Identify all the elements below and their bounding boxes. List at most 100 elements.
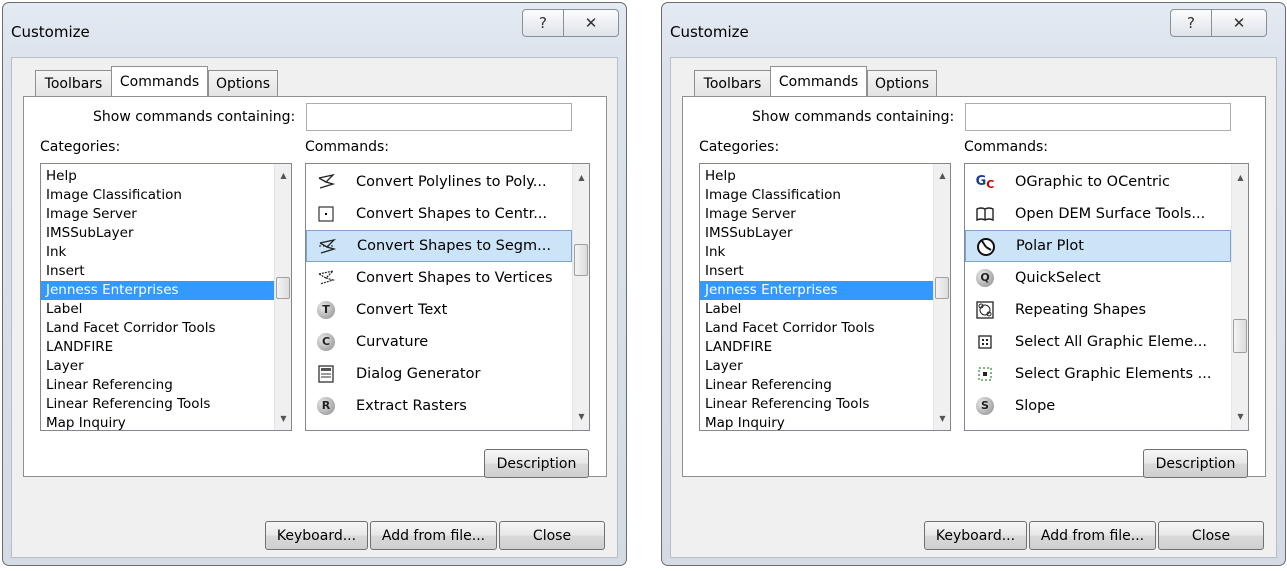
command-item[interactable]: Dialog Generator — [306, 358, 572, 390]
list-item-selected[interactable]: Jenness Enterprises — [41, 281, 274, 300]
list-item[interactable]: Insert — [41, 262, 291, 281]
description-button[interactable]: Description — [1143, 449, 1248, 478]
tab-toolbars[interactable]: Toolbars — [694, 70, 771, 96]
segments-icon — [317, 237, 337, 257]
help-icon: ? — [539, 14, 547, 32]
list-item[interactable]: Linear Referencing Tools — [700, 395, 950, 414]
command-item[interactable]: Select Graphic Elements ... — [965, 358, 1231, 390]
polar-plot-icon — [976, 237, 996, 257]
scroll-down-arrow-icon[interactable]: ▼ — [275, 410, 291, 427]
commands-list[interactable]: Convert Polylines to Poly... Convert Sha… — [305, 163, 590, 431]
tab-options[interactable]: Options — [208, 70, 278, 96]
list-item[interactable]: Layer — [700, 357, 950, 376]
close-window-button[interactable]: ✕ — [564, 9, 619, 37]
list-item[interactable]: Linear Referencing — [700, 376, 950, 395]
c-badge-icon: C — [317, 333, 335, 351]
list-item[interactable]: IMSSubLayer — [700, 224, 950, 243]
commands-scrollbar[interactable]: ▲ ▼ — [1231, 164, 1248, 430]
list-item[interactable]: Land Facet Corridor Tools — [41, 319, 291, 338]
list-item[interactable]: Insert — [700, 262, 950, 281]
add-from-file-button[interactable]: Add from file... — [370, 521, 497, 550]
list-item[interactable]: Label — [700, 300, 950, 319]
scroll-down-arrow-icon[interactable]: ▼ — [1232, 408, 1248, 425]
repeating-shapes-icon — [975, 300, 995, 320]
close-icon: ✕ — [1232, 14, 1246, 32]
tab-commands[interactable]: Commands — [111, 66, 208, 96]
command-item[interactable]: GC OGraphic to OCentric — [965, 166, 1231, 198]
command-item[interactable]: R Extract Rasters — [306, 390, 572, 422]
list-item[interactable]: LANDFIRE — [41, 338, 291, 357]
close-button[interactable]: Close — [499, 521, 605, 550]
help-button[interactable]: ? — [1170, 9, 1212, 37]
list-item[interactable]: Help — [700, 167, 950, 186]
command-item[interactable]: Open DEM Surface Tools... — [965, 198, 1231, 230]
scroll-thumb[interactable] — [935, 277, 949, 299]
commands-scrollbar[interactable]: ▲ ▼ — [572, 164, 589, 430]
list-item-selected[interactable]: Jenness Enterprises — [700, 281, 933, 300]
command-item[interactable]: C Curvature — [306, 326, 572, 358]
tab-options[interactable]: Options — [867, 70, 937, 96]
help-button[interactable]: ? — [522, 9, 564, 37]
dialog-generator-icon — [316, 364, 336, 384]
list-item[interactable]: Ink — [700, 243, 950, 262]
categories-list[interactable]: Help Image Classification Image Server I… — [699, 163, 951, 431]
list-item[interactable]: Image Server — [41, 205, 291, 224]
list-item[interactable]: Help — [41, 167, 291, 186]
list-item[interactable]: Linear Referencing Tools — [41, 395, 291, 414]
categories-scrollbar[interactable]: ▲ ▼ — [933, 164, 950, 430]
centroid-icon — [316, 204, 336, 224]
description-button[interactable]: Description — [484, 449, 589, 478]
list-item[interactable]: Layer — [41, 357, 291, 376]
select-all-icon — [975, 332, 995, 352]
command-item-selected[interactable]: Polar Plot — [965, 230, 1231, 262]
command-item[interactable]: S Slope — [965, 390, 1231, 422]
customize-dialog-left: Customize ? ✕ Toolbars Commands Options … — [2, 2, 627, 566]
tab-commands[interactable]: Commands — [770, 66, 867, 96]
search-label: Show commands containing: — [752, 109, 955, 125]
list-item[interactable]: IMSSubLayer — [41, 224, 291, 243]
commands-list[interactable]: GC OGraphic to OCentric Open DEM Surface… — [964, 163, 1249, 431]
command-item[interactable]: Convert Shapes to Centr... — [306, 198, 572, 230]
add-from-file-button[interactable]: Add from file... — [1029, 521, 1156, 550]
keyboard-button[interactable]: Keyboard... — [265, 521, 368, 550]
search-label: Show commands containing: — [93, 109, 296, 125]
scroll-thumb[interactable] — [276, 277, 290, 299]
list-item[interactable]: Ink — [41, 243, 291, 262]
command-item[interactable]: T Convert Text — [306, 294, 572, 326]
categories-label: Categories: — [40, 139, 121, 155]
scroll-up-arrow-icon[interactable]: ▲ — [1232, 169, 1248, 186]
close-button[interactable]: Close — [1158, 521, 1264, 550]
dialog-title: Customize — [670, 23, 749, 41]
command-item[interactable]: Select All Graphic Eleme... — [965, 326, 1231, 358]
scroll-thumb[interactable] — [1233, 319, 1247, 353]
categories-list[interactable]: Help Image Classification Image Server I… — [40, 163, 292, 431]
list-item[interactable]: LANDFIRE — [700, 338, 950, 357]
list-item[interactable]: Land Facet Corridor Tools — [700, 319, 950, 338]
command-item[interactable]: Convert Polylines to Poly... — [306, 166, 572, 198]
tab-toolbars[interactable]: Toolbars — [35, 70, 112, 96]
list-item[interactable]: Label — [41, 300, 291, 319]
gc-icon: GC — [975, 174, 995, 191]
command-item[interactable]: Q QuickSelect — [965, 262, 1231, 294]
scroll-up-arrow-icon[interactable]: ▲ — [573, 169, 589, 186]
scroll-thumb[interactable] — [574, 244, 588, 276]
list-item[interactable]: Linear Referencing — [41, 376, 291, 395]
command-item[interactable]: Repeating Shapes — [965, 294, 1231, 326]
scroll-up-arrow-icon[interactable]: ▲ — [275, 167, 291, 184]
list-item[interactable]: Image Server — [700, 205, 950, 224]
keyboard-button[interactable]: Keyboard... — [924, 521, 1027, 550]
scroll-down-arrow-icon[interactable]: ▼ — [934, 410, 950, 427]
list-item[interactable]: Image Classification — [41, 186, 291, 205]
list-item[interactable]: Image Classification — [700, 186, 950, 205]
command-item-selected[interactable]: Convert Shapes to Segm... — [306, 230, 572, 262]
search-input[interactable] — [965, 103, 1231, 131]
command-item[interactable]: Convert Shapes to Vertices — [306, 262, 572, 294]
categories-scrollbar[interactable]: ▲ ▼ — [274, 164, 291, 430]
q-badge-icon: Q — [976, 269, 994, 287]
list-item[interactable]: Map Inquiry — [700, 414, 950, 430]
scroll-down-arrow-icon[interactable]: ▼ — [573, 408, 589, 425]
close-window-button[interactable]: ✕ — [1212, 9, 1267, 37]
list-item[interactable]: Map Inquiry — [41, 414, 291, 430]
search-input[interactable] — [306, 103, 572, 131]
scroll-up-arrow-icon[interactable]: ▲ — [934, 167, 950, 184]
